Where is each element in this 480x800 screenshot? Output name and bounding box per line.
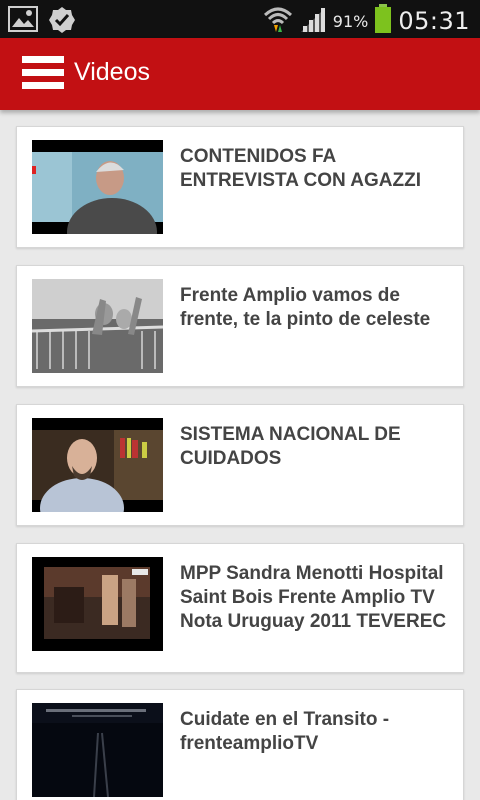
video-title: Frente Amplio vamos de frente, te la pin… [180, 285, 431, 330]
video-title: CONTENIDOS FA ENTREVISTA CON AGAZZI [180, 146, 422, 191]
video-list[interactable]: CONTENIDOS FA ENTREVISTA CON AGAZZI Fren… [0, 110, 480, 800]
video-thumbnail [32, 557, 163, 651]
clock: 05:31 [398, 7, 470, 35]
image-icon [8, 6, 38, 38]
app-bar: Videos [0, 38, 480, 110]
check-badge-icon [48, 6, 76, 38]
page-title: Videos [74, 58, 150, 86]
video-title: Cuidate en el Transito - frenteamplioTV [180, 709, 390, 754]
video-thumbnail [32, 140, 163, 234]
menu-icon[interactable] [22, 56, 64, 92]
signal-icon [299, 5, 327, 37]
battery-percent: 91% [332, 11, 369, 31]
video-item[interactable]: SISTEMA NACIONAL DE CUIDADOS [16, 404, 464, 526]
battery-icon [374, 4, 392, 38]
status-bar: 91% 05:31 [0, 0, 480, 38]
video-item[interactable]: Cuidate en el Transito - frenteamplioTV [16, 689, 464, 800]
video-thumbnail [32, 703, 163, 797]
video-item[interactable]: Frente Amplio vamos de frente, te la pin… [16, 265, 464, 387]
video-item[interactable]: CONTENIDOS FA ENTREVISTA CON AGAZZI [16, 126, 464, 248]
video-title: SISTEMA NACIONAL DE CUIDADOS [180, 424, 401, 469]
wifi-icon [263, 5, 293, 37]
video-title: MPP Sandra Menotti Hospital Saint Bois F… [180, 563, 447, 632]
video-item[interactable]: MPP Sandra Menotti Hospital Saint Bois F… [16, 543, 464, 673]
video-thumbnail [32, 418, 163, 512]
video-thumbnail [32, 279, 163, 373]
